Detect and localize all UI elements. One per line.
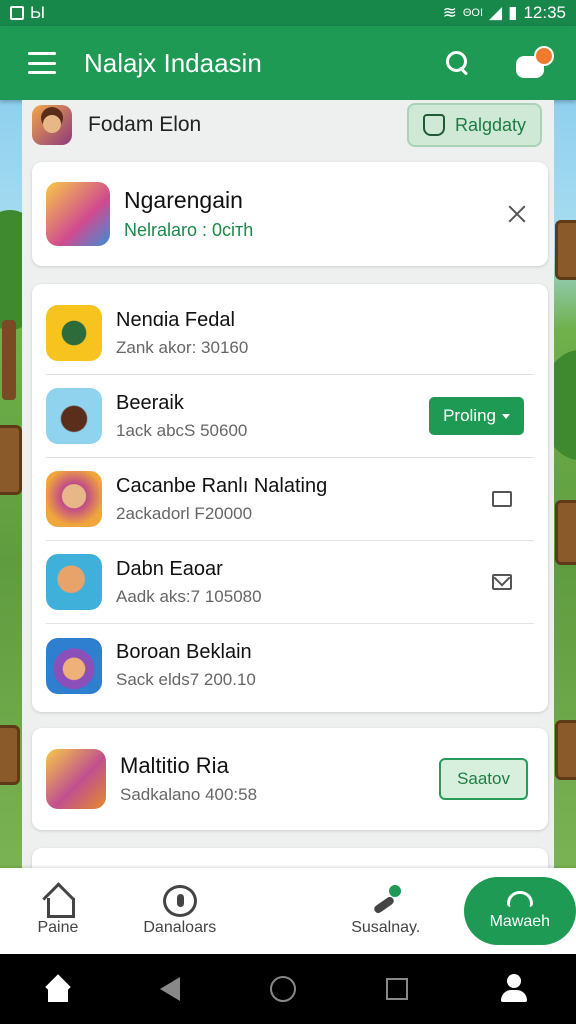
item-subtitle: Aadk aks:7 105080 [116,586,262,606]
download-icon [162,885,197,917]
item-subtitle: Zank akor: 30160 [116,337,249,357]
nav-home-label: Paine [37,919,79,936]
banner-subtitle: Nelralaro : 0сітh [124,220,254,240]
home-circle-icon[interactable] [269,976,296,1002]
nav-downloads[interactable]: Danaloars [122,885,238,937]
install-button[interactable]: Proling [429,397,524,435]
game-thumbnail-icon [46,388,102,444]
system-nav-bar [0,954,576,1024]
item-title: Nenɑia Fedal [116,308,235,331]
clock: 12:35 [523,3,566,22]
game-thumbnail-icon [46,305,102,361]
nav-active-tab[interactable]: Mawaeh [463,877,576,945]
game-list: Nenɑia Fedal Zank akor: 30160 Beeraik 1a… [32,284,548,712]
edit-icon [369,885,403,917]
list-item[interactable]: Dabn Eaoar Aadk aks:7 105080 [46,541,534,624]
chevron-down-icon [502,413,510,419]
signal-icon: ◢ [489,3,503,22]
home-icon [41,885,75,918]
item-title: Dabn Eaoar [116,557,223,580]
game-thumbnail-icon [46,637,102,694]
nav-downloads-label: Danaloars [143,919,217,936]
next-card-peek [32,848,548,868]
list-item[interactable]: Beeraik 1ack abcS 50600 Proling [46,375,534,458]
featured-button[interactable]: Saatov [439,758,528,800]
install-label: Proling [443,406,496,425]
back-icon[interactable] [160,977,181,1001]
recents-icon[interactable] [385,978,408,1000]
banner-title: Ngarengain [124,187,243,213]
item-title: Cacanbe Ranlı Nalating [116,474,328,497]
user-name: Fodam Elon [88,113,202,136]
close-icon[interactable] [506,203,528,225]
menu-icon[interactable] [28,52,56,74]
game-thumbnail-icon [46,554,102,610]
bottom-nav: Paine Danaloars Susalnay. Mawaeh [0,868,576,954]
item-subtitle: 1ack abcS 50600 [116,420,248,440]
profile-icon[interactable] [497,972,531,1006]
bag-icon [422,114,445,136]
item-subtitle: 2ackadorl F20000 [116,503,253,523]
game-thumbnail-icon [46,749,106,809]
list-item[interactable]: Nenɑia Fedal Zank akor: 30160 [46,292,534,375]
featured-title: Maltitio Ria [120,753,229,778]
battery-icon: ▮ [508,3,518,22]
home-icon[interactable] [45,976,71,1002]
network-label: ΘOI [462,7,484,19]
app-title: Nalajx Indaasin [84,47,262,78]
nav-active-label: Mawaeh [489,913,551,930]
wave-icon [506,891,533,907]
user-row: Fodam Elon Ralgdaty [32,100,548,150]
list-item[interactable]: Boroan Beklain Sack elds7 200.10 [46,624,534,707]
promo-banner[interactable]: Ngarengain Nelralaro : 0сітh [32,162,548,266]
game-thumbnail-icon [46,471,102,527]
avatar[interactable] [32,105,72,145]
notification-icon [10,6,24,20]
main-content: Fodam Elon Ralgdaty Ngarengain Nelralaro… [22,100,554,868]
item-subtitle: Sack elds7 200.10 [116,670,256,689]
register-label: Ralgdaty [454,114,526,135]
app-bar: Nalajx Indaasin [0,26,576,100]
mail-icon[interactable] [492,574,512,590]
nav-saved[interactable]: Susalnay. [328,885,444,937]
nav-saved-label: Susalnay. [351,919,421,936]
gamepad-icon[interactable] [516,46,554,80]
nav-home[interactable]: Paine [0,885,116,937]
item-title: Beeraik [116,391,184,414]
checkbox-icon[interactable] [492,491,512,507]
game-thumbnail-icon [46,182,110,246]
register-button[interactable]: Ralgdaty [406,103,542,147]
wifi-icon: ≋ [442,3,457,22]
status-left-text: Ы [30,3,46,22]
status-bar: Ы ≋ ΘOI ◢ ▮ 12:35 [0,0,576,26]
featured-card[interactable]: Maltitio Ria Sadkalano 400:58 Saatov [32,728,548,830]
list-item[interactable]: Cacanbe Ranlı Nalating 2ackadorl F20000 [46,458,534,541]
item-title: Boroan Beklain [116,641,252,663]
featured-subtitle: Sadkalano 400:58 [120,785,258,804]
search-icon[interactable] [444,49,472,77]
